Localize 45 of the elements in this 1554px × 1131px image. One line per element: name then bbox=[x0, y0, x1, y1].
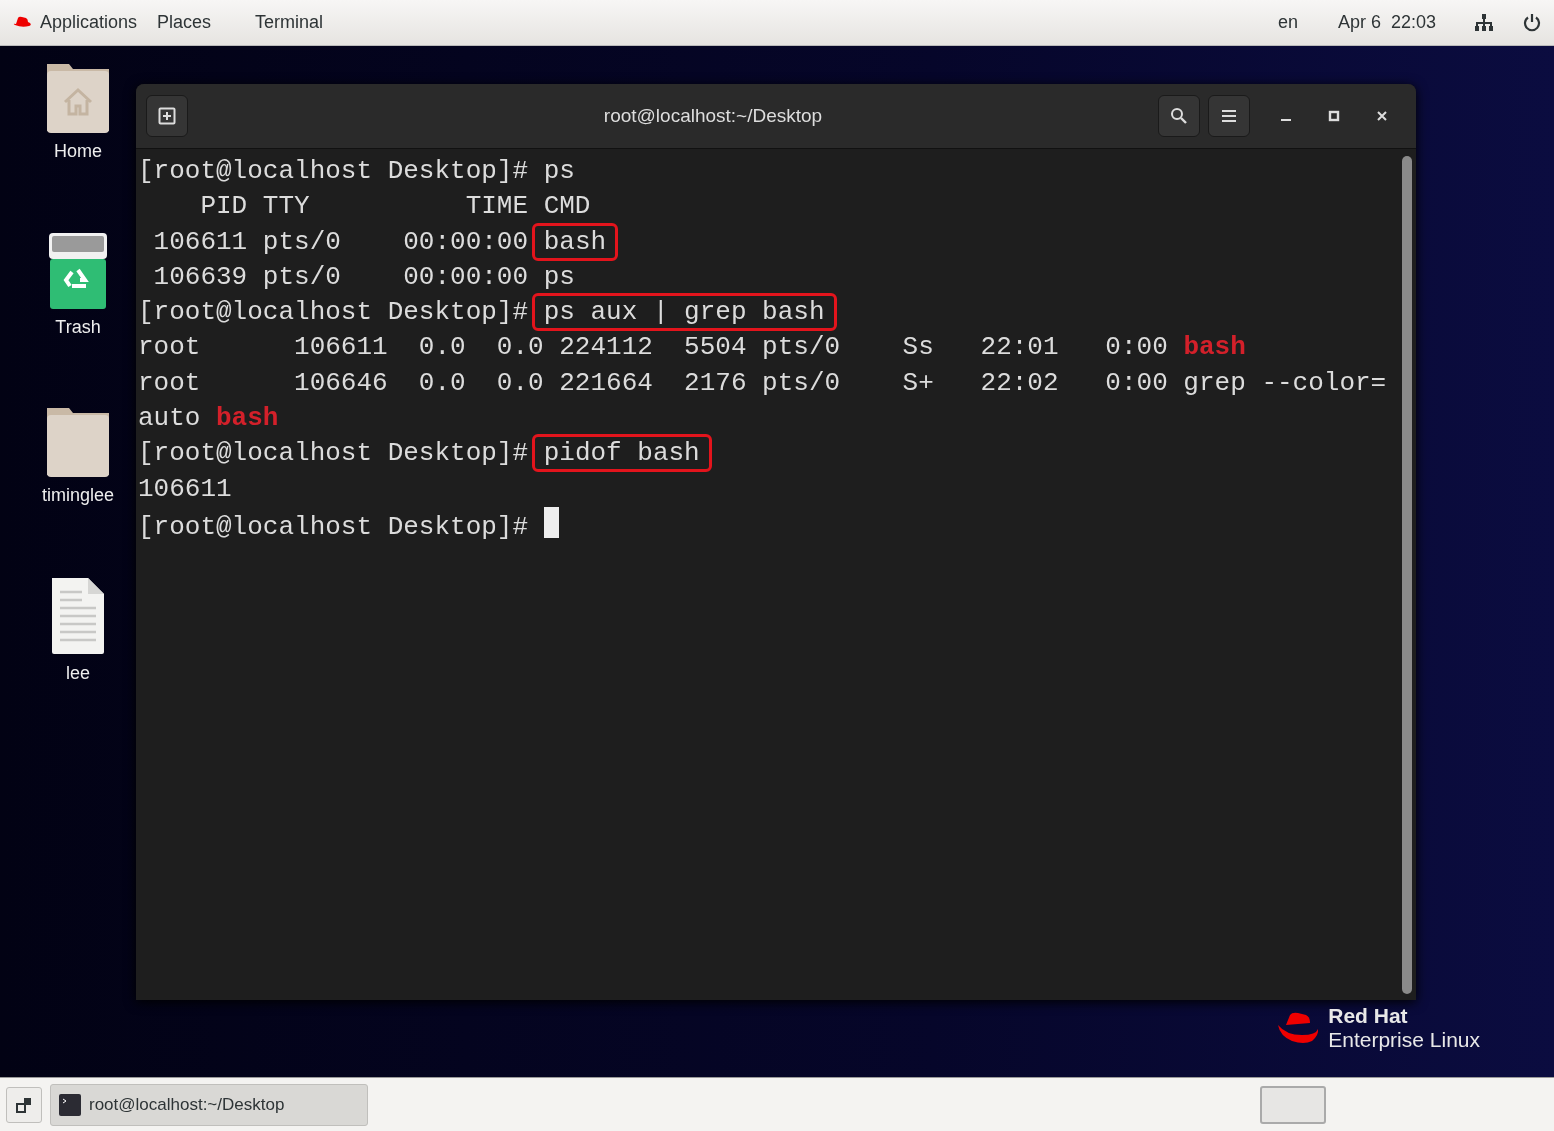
icon-label[interactable]: timinglee bbox=[41, 482, 114, 509]
hat-logo-icon bbox=[1276, 1011, 1321, 1045]
terminal-icon bbox=[59, 1093, 81, 1116]
show-desktop-button[interactable] bbox=[6, 1086, 42, 1123]
terminal-text: [root@localhost Desktop]# bbox=[138, 511, 530, 542]
windows-icon bbox=[16, 1096, 32, 1113]
power-icon[interactable] bbox=[1522, 12, 1542, 33]
clock[interactable]: Apr 6 22:03 bbox=[1337, 9, 1436, 36]
hat-icon bbox=[12, 15, 32, 30]
scrollbar-thumb[interactable] bbox=[1402, 156, 1412, 994]
brand-product: Enterprise Linux bbox=[1328, 1028, 1480, 1052]
keyboard-layout-indicator[interactable]: en bbox=[1277, 9, 1298, 36]
terminal-text: [root@localhost Desktop]# bbox=[138, 297, 530, 328]
matched-text: bash bbox=[1183, 332, 1246, 363]
search-icon bbox=[1170, 107, 1188, 125]
terminal-text: [root@localhost Desktop]# bbox=[138, 438, 530, 469]
terminal-line: PID TTY TIME CMD bbox=[199, 190, 592, 224]
minimize-icon bbox=[1281, 119, 1291, 121]
trash-icon[interactable] bbox=[48, 232, 108, 310]
terminal-line: 106611 bbox=[138, 472, 233, 506]
icon-label[interactable]: lee bbox=[66, 660, 90, 687]
maximize-icon bbox=[1328, 110, 1340, 122]
new-tab-icon bbox=[158, 107, 176, 125]
icon-label[interactable]: Home bbox=[54, 138, 102, 165]
icon-label[interactable]: Trash bbox=[55, 314, 101, 341]
brand-name: Red Hat bbox=[1328, 1004, 1409, 1028]
network-icon[interactable] bbox=[1474, 12, 1494, 33]
menu-label[interactable]: Applications bbox=[40, 9, 138, 36]
close-icon bbox=[1376, 110, 1388, 122]
menu-item[interactable]: Terminal bbox=[255, 9, 324, 36]
text-file-icon[interactable] bbox=[50, 576, 106, 656]
terminal-text: root 106611 0.0 0.0 224112 5504 pts/0 Ss 22:01 0:00 bbox=[138, 332, 1169, 363]
terminal-line: root 106646 0.0 0.0 221664 2176 pts/0 S+ 22:02 0:00 grep --color= bbox=[138, 366, 1388, 400]
new-tab-button[interactable] bbox=[146, 95, 188, 137]
menu-icon bbox=[1221, 109, 1237, 123]
terminal-line: [root@localhost Desktop]# ps bbox=[138, 155, 576, 188]
matched-text: bash bbox=[216, 403, 279, 434]
menu-item[interactable]: Places bbox=[157, 9, 212, 36]
terminal-text: auto bbox=[138, 403, 202, 434]
window-title: root@localhost:~/Desktop bbox=[602, 103, 824, 128]
search-button[interactable] bbox=[1158, 95, 1200, 137]
terminal-text: 106611 pts/0 00:00:00 bbox=[152, 226, 530, 257]
terminal-line: 106639 pts/0 00:00:00 ps bbox=[152, 260, 576, 294]
menu-button[interactable] bbox=[1208, 95, 1250, 137]
taskbar-task[interactable]: root@localhost:~/Desktop bbox=[50, 1083, 368, 1126]
